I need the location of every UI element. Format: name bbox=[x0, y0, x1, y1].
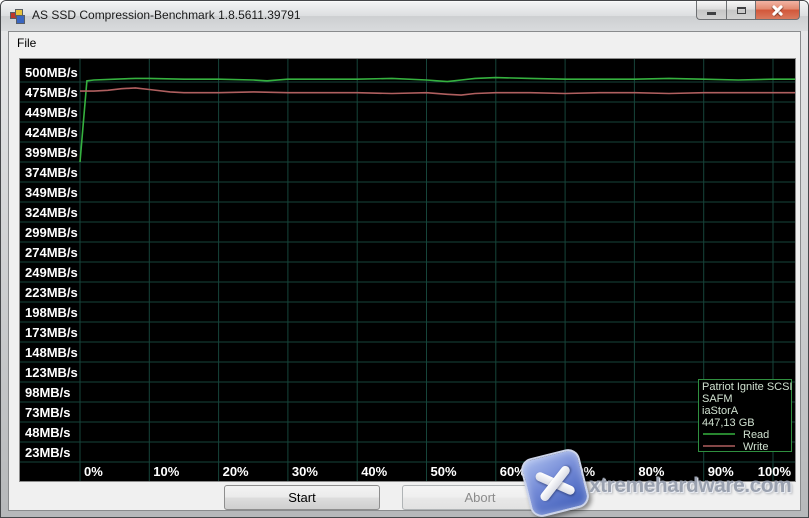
y-tick-label: 198MB/s bbox=[25, 305, 78, 320]
y-tick-label: 475MB/s bbox=[25, 85, 78, 100]
x-tick-label: 30% bbox=[292, 464, 318, 479]
start-button[interactable]: Start bbox=[224, 485, 380, 510]
minimize-icon bbox=[707, 12, 716, 15]
watermark-text: xtremehardware.com bbox=[589, 474, 791, 498]
compression-benchmark-chart: 500MB/s 475MB/s 449MB/s 424MB/s 399MB/s 374MB… bbox=[20, 59, 795, 481]
maximize-icon bbox=[737, 7, 746, 14]
window-title: AS SSD Compression-Benchmark 1.8.5611.39… bbox=[32, 8, 301, 22]
client-area: File 500MB/s 475MB/s 449MB/s 424MB/s 399MB/s… bbox=[8, 31, 801, 511]
app-icon bbox=[10, 8, 26, 24]
y-tick-label: 123MB/s bbox=[25, 365, 78, 380]
x-tick-label: 50% bbox=[431, 464, 457, 479]
chart-legend: Patriot Ignite SCSI DSAFMiaStorA447,13 G… bbox=[699, 380, 796, 454]
maximize-button[interactable] bbox=[726, 1, 755, 20]
legend-entry-label: Write bbox=[743, 441, 768, 453]
x-tick-label: 40% bbox=[361, 464, 387, 479]
y-tick-label: 148MB/s bbox=[25, 345, 78, 360]
window-controls bbox=[696, 1, 800, 20]
y-tick-label: 48MB/s bbox=[25, 425, 71, 440]
legend-entry-label: Read bbox=[743, 429, 769, 441]
y-tick-label: 424MB/s bbox=[25, 125, 78, 140]
legend-info-line: Patriot Ignite SCSI D bbox=[702, 381, 795, 393]
close-icon bbox=[771, 5, 784, 16]
x-tick-label: 10% bbox=[153, 464, 179, 479]
menu-bar: File bbox=[9, 32, 800, 55]
app-window: AS SSD Compression-Benchmark 1.8.5611.39… bbox=[0, 0, 809, 518]
title-bar[interactable]: AS SSD Compression-Benchmark 1.8.5611.39… bbox=[1, 1, 808, 31]
y-tick-label: 223MB/s bbox=[25, 285, 78, 300]
legend-info-line: SAFM bbox=[702, 393, 733, 405]
y-tick-label: 249MB/s bbox=[25, 265, 78, 280]
y-tick-label: 173MB/s bbox=[25, 325, 78, 340]
y-tick-label: 500MB/s bbox=[25, 65, 78, 80]
y-tick-label: 299MB/s bbox=[25, 225, 78, 240]
x-tick-label: 0% bbox=[84, 464, 103, 479]
chart-panel: 500MB/s 475MB/s 449MB/s 424MB/s 399MB/s 374MB… bbox=[19, 58, 796, 482]
x-tick-label: 20% bbox=[223, 464, 249, 479]
legend-info-line: 447,13 GB bbox=[702, 417, 755, 429]
y-tick-label: 274MB/s bbox=[25, 245, 78, 260]
menu-item-file[interactable]: File bbox=[9, 32, 44, 50]
y-tick-label: 73MB/s bbox=[25, 405, 71, 420]
y-tick-label: 374MB/s bbox=[25, 165, 78, 180]
legend-info-line: iaStorA bbox=[702, 405, 739, 417]
y-tick-label: 324MB/s bbox=[25, 205, 78, 220]
close-button[interactable] bbox=[755, 1, 800, 20]
y-tick-label: 399MB/s bbox=[25, 145, 78, 160]
minimize-button[interactable] bbox=[696, 1, 726, 20]
y-tick-label: 349MB/s bbox=[25, 185, 78, 200]
y-tick-label: 98MB/s bbox=[25, 385, 71, 400]
y-tick-label: 449MB/s bbox=[25, 105, 78, 120]
y-tick-label: 23MB/s bbox=[25, 445, 71, 460]
